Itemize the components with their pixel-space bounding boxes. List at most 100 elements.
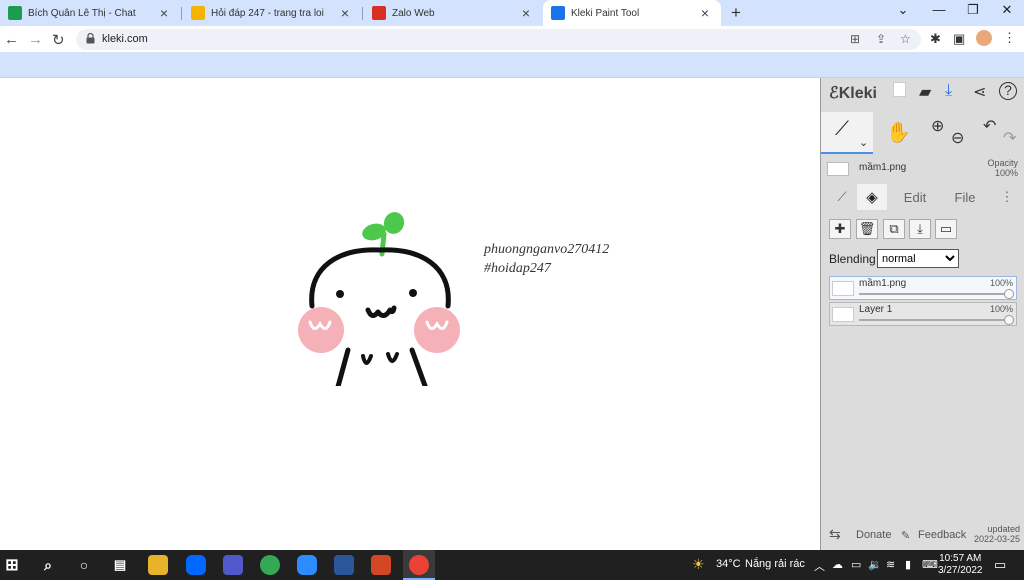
chevron-down-icon[interactable]: ⌄ <box>859 136 868 149</box>
layer-opacity: 100% <box>989 278 1013 288</box>
tab-edit[interactable]: Edit <box>893 184 937 210</box>
blending-mode-select[interactable]: normal <box>877 249 959 268</box>
tab-brush-settings[interactable]: ⟋ <box>827 184 857 210</box>
tab-chat[interactable]: Bích Quân Lê Thị - Chat × <box>0 0 180 26</box>
menu-kebab-icon[interactable]: ⋮ <box>1003 30 1016 46</box>
share-icon[interactable]: ⋖ <box>973 82 986 102</box>
word-icon[interactable] <box>334 555 354 575</box>
add-layer-button[interactable]: ✚ <box>829 219 851 239</box>
file-explorer-icon[interactable] <box>148 555 168 575</box>
windows-start-icon[interactable]: ⊞ <box>2 555 22 575</box>
search-icon[interactable]: ⌕ <box>38 555 58 575</box>
tab-divider <box>181 7 182 20</box>
current-layer-name: mầm1.png <box>859 162 907 173</box>
weather-description[interactable]: Nắng rải rác <box>745 558 805 570</box>
reload-icon[interactable]: ↻ <box>52 31 65 49</box>
zalo-favicon-icon <box>372 6 386 20</box>
rename-icon: ▭ <box>939 221 953 236</box>
blending-label: Blending <box>829 252 876 266</box>
battery-icon[interactable]: ▮ <box>905 558 911 571</box>
chrome-icon[interactable] <box>260 555 280 575</box>
zalo-icon[interactable] <box>186 555 206 575</box>
donate-link[interactable]: Donate <box>856 529 891 541</box>
teams-icon[interactable] <box>223 555 243 575</box>
tab-layers[interactable]: ◈ <box>857 184 887 210</box>
tab-file[interactable]: File <box>943 184 987 210</box>
volume-icon[interactable]: 🔉 <box>868 558 882 571</box>
duplicate-layer-button[interactable]: ⧉ <box>883 219 905 239</box>
zoom-icon[interactable] <box>297 555 317 575</box>
network-icon[interactable]: ≋ <box>886 558 895 571</box>
window-close-icon[interactable]: ✕ <box>992 2 1022 18</box>
tab-hoidap[interactable]: Hỏi đáp 247 - trang tra loi × <box>183 0 361 26</box>
swap-icon[interactable]: ⇆ <box>829 526 841 543</box>
tab-kleki[interactable]: Kleki Paint Tool × <box>543 0 721 26</box>
layer-opacity-slider[interactable] <box>859 293 1009 295</box>
powerpoint-icon[interactable] <box>371 555 391 575</box>
translate-icon[interactable]: ⊞ <box>850 32 860 46</box>
drawing-canvas[interactable]: phuongnganvo270412 #hoidap247 <box>0 78 820 550</box>
close-icon[interactable]: × <box>156 6 172 20</box>
zoom-out-icon[interactable]: ⊖ <box>951 128 964 148</box>
minimize-icon[interactable]: — <box>924 2 954 17</box>
close-icon[interactable]: × <box>518 6 534 20</box>
cortana-icon[interactable]: ○ <box>74 555 94 575</box>
onedrive-icon[interactable]: ☁ <box>832 558 843 571</box>
language-icon[interactable]: ⌨ <box>922 558 938 571</box>
restore-icon[interactable]: ❐ <box>958 2 988 18</box>
opacity-readout: Opacity 100% <box>987 158 1018 178</box>
layer-opacity-handle[interactable] <box>1004 315 1014 325</box>
merge-down-button[interactable]: ⤓ <box>909 219 931 239</box>
notification-icon[interactable]: ▭ <box>994 557 1006 573</box>
more-kebab-icon[interactable]: ⋮ <box>997 184 1017 210</box>
tray-chevron-up-icon[interactable]: ︿ <box>814 558 825 574</box>
delete-layer-button[interactable]: 🗑 <box>856 219 878 239</box>
chrome-active-icon[interactable] <box>409 555 429 575</box>
tray-device-icon[interactable]: ▭ <box>851 558 861 571</box>
kleki-favicon-icon <box>551 6 565 20</box>
hand-tool-icon[interactable]: ✋ <box>886 120 911 145</box>
download-icon[interactable]: ⤓ <box>945 82 952 100</box>
zoom-in-icon[interactable]: ⊕ <box>931 116 944 136</box>
tab-zalo[interactable]: Zalo Web × <box>364 0 542 26</box>
layer-item[interactable]: Layer 1 100% <box>829 302 1017 326</box>
open-folder-icon[interactable]: ▰ <box>919 82 931 102</box>
layer-opacity-handle[interactable] <box>1004 289 1014 299</box>
undo-icon[interactable]: ↶ <box>983 116 996 136</box>
rename-layer-button[interactable]: ▭ <box>935 219 957 239</box>
help-icon[interactable]: ? <box>999 82 1017 100</box>
layer-item[interactable]: mầm1.png 100% <box>829 276 1017 300</box>
tab-title: Bích Quân Lê Thị - Chat <box>28 7 136 19</box>
feedback-link[interactable]: Feedback <box>918 529 966 541</box>
redo-icon[interactable]: ↷ <box>1003 128 1016 148</box>
taskbar-clock[interactable]: 10:57 AM 3/27/2022 <box>938 553 983 577</box>
layer-opacity: 100% <box>989 304 1013 314</box>
kleki-logo-icon: ℰ <box>829 85 839 102</box>
layer-thumbnail <box>832 307 854 322</box>
close-icon[interactable]: × <box>697 6 713 20</box>
browser-tab-strip: Bích Quân Lê Thị - Chat × Hỏi đáp 247 - … <box>0 0 1024 26</box>
address-bar[interactable]: kleki.com ⊞ ⇪ ☆ <box>76 29 921 50</box>
weather-temperature[interactable]: 34°C <box>716 558 741 570</box>
brush-tool-button[interactable]: ⟋ ⌄ <box>821 112 873 154</box>
new-image-icon[interactable] <box>893 82 906 97</box>
task-view-icon[interactable]: ▤ <box>110 555 130 575</box>
brush-icon: ⟋ <box>837 189 847 204</box>
tab-search-chevron-icon[interactable]: ⌄ <box>888 2 918 18</box>
share-icon[interactable]: ⇪ <box>876 32 886 46</box>
new-tab-icon[interactable]: + <box>731 3 741 23</box>
side-panel-icon[interactable]: ▣ <box>953 31 965 47</box>
body-right-line <box>409 347 428 386</box>
canvas-caption-username: phuongnganvo270412 <box>484 242 610 257</box>
tab-title: Zalo Web <box>392 7 435 19</box>
back-arrow-icon[interactable]: ← <box>4 31 19 48</box>
bookmark-star-icon[interactable]: ☆ <box>900 32 911 46</box>
layer-opacity-slider[interactable] <box>859 319 1009 321</box>
merge-down-icon: ⤓ <box>917 221 923 236</box>
forward-arrow-icon[interactable]: → <box>28 31 43 48</box>
plus-icon: ✚ <box>834 221 846 236</box>
profile-avatar[interactable] <box>976 30 992 46</box>
layer-name: Layer 1 <box>859 304 893 315</box>
extensions-puzzle-icon[interactable]: ✱ <box>930 31 941 47</box>
close-icon[interactable]: × <box>337 6 353 20</box>
